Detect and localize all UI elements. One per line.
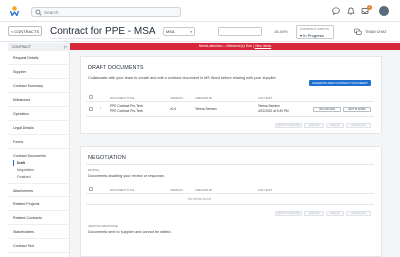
attention-banner: Needs attention – Milestone(s) Due | Vie… [70, 43, 400, 50]
column-header-last-edit[interactable]: LAST EDIT [258, 96, 272, 100]
sidebar-item-contract-summary[interactable]: Contract Summary [8, 79, 70, 93]
sidebar-item-operation[interactable]: Operation [8, 107, 70, 121]
sidebar-subitem-draft[interactable]: Draft [8, 161, 70, 165]
view-items-link[interactable]: View Items [255, 44, 272, 48]
delete-button[interactable]: DELETE [326, 123, 344, 128]
column-header-created-by[interactable]: CREATED BY [195, 96, 213, 100]
sidebar-item-related-projects[interactable]: Related Projects [8, 197, 70, 211]
send-to-supplier-button[interactable]: SEND TO SUPPLIER [275, 211, 302, 216]
download-button[interactable]: DOWNLOAD [346, 123, 371, 128]
column-header-created-by[interactable]: CREATED BY [195, 188, 213, 192]
column-header-document-title[interactable]: DOCUMENT TITLE [110, 188, 134, 192]
chevron-down-icon: ▾ [190, 30, 192, 34]
row-divider [86, 116, 374, 117]
collapse-sidebar-icon[interactable]: |< [64, 44, 67, 49]
sidebar-item-milestones[interactable]: Milestones [8, 93, 70, 107]
bell-icon[interactable] [347, 7, 355, 15]
awaiting-response-description: Documents sent to supplier and cannot be… [88, 230, 172, 234]
column-header-version[interactable]: VERSION [170, 96, 183, 100]
send-to-supplier-button[interactable]: SEND TO SUPPLIER [275, 123, 302, 128]
sidebar-item-forms[interactable]: Forms [8, 135, 70, 149]
team-chat-link[interactable]: TEAM CHAT [365, 30, 387, 34]
table-header-divider [86, 193, 374, 194]
download-button[interactable]: DOWNLOAD [346, 211, 371, 216]
draft-documents-description: Collaborate with your team to create and… [88, 76, 277, 80]
sidebar-item-stakeholders[interactable]: Stakeholders [8, 225, 70, 239]
sidebar-header-label: CONTRACT [12, 45, 31, 49]
generate-contract-document-button[interactable]: GENERATE NEW CONTRACT DOCUMENT [309, 80, 371, 86]
negotiation-title: NEGOTIATION [88, 155, 126, 161]
edit-in-word-button[interactable]: EDIT IN WORD [343, 107, 371, 112]
progress-percentage: 16.40% [274, 29, 288, 34]
last-edit-user: Teresa Serrano [258, 104, 280, 108]
editing-description: Documents awaiting your review or respon… [88, 174, 165, 178]
document-filename: PPE Contract Pro-Tech [110, 109, 143, 113]
document-created-by: Teresa Serrano [195, 107, 217, 111]
contract-type-select[interactable]: MSA ▾ [163, 27, 195, 36]
sidebar-item-request-details[interactable]: Request Details [8, 51, 70, 65]
negotiation-divider [86, 164, 374, 165]
avatar[interactable] [379, 6, 389, 16]
workday-logo-icon[interactable] [10, 6, 19, 16]
select-all-checkbox[interactable] [89, 95, 93, 99]
status-value-text: In Progress [303, 33, 324, 38]
finalize-button[interactable]: FINALIZE [304, 211, 324, 216]
expand-row-icon[interactable]: › [100, 105, 101, 110]
chat-bubble-icon[interactable] [332, 7, 340, 15]
sidebar-subitem-negotiation[interactable]: Negotiation [8, 168, 70, 172]
table-header-divider [86, 101, 374, 102]
column-header-document-title[interactable]: DOCUMENT TITLE [110, 96, 134, 100]
search-input[interactable]: Search [31, 7, 181, 17]
empty-state-message: No items found [188, 197, 211, 201]
sidebar-subitem-finalized[interactable]: Finalized [8, 175, 70, 179]
app-window: Search 2 < CONTRACTS Contract for PPE - … [0, 0, 400, 257]
status-value: ▾ In Progress [300, 33, 324, 38]
column-header-version[interactable]: VERSION [170, 188, 183, 192]
sidebar-item-contract-text[interactable]: Contract Text [8, 239, 70, 253]
contract-status-select[interactable]: CONTRACT STATUS ▾ In Progress [296, 25, 334, 39]
contract-type-value: MSA [166, 29, 175, 34]
sidebar-header: CONTRACT |< [8, 43, 70, 51]
page-title[interactable]: Contract for PPE - MSA [50, 25, 156, 38]
sidebar-item-legal-details[interactable]: Legal Details [8, 121, 70, 135]
select-all-checkbox[interactable] [89, 187, 93, 191]
notification-badge: 2 [367, 5, 372, 10]
finalize-button[interactable]: FINALIZE [304, 123, 324, 128]
sidebar-item-attachments[interactable]: Attachments [8, 183, 70, 197]
search-placeholder: Search [44, 10, 59, 15]
search-icon [35, 9, 42, 16]
sidebar-item-supplier[interactable]: Supplier [8, 65, 70, 79]
sidebar-item-related-contracts[interactable]: Related Contracts [8, 211, 70, 225]
back-to-contracts-button[interactable]: < CONTRACTS [8, 26, 42, 36]
upload-new-button[interactable]: UPLOAD NEW [313, 107, 341, 112]
draft-documents-title: DRAFT DOCUMENTS [88, 65, 144, 71]
banner-message: Needs attention – Milestone(s) Due [198, 44, 252, 48]
row-checkbox[interactable] [89, 107, 93, 111]
last-edit-timestamp: 4/21/2022 at 3:49 PM [258, 109, 289, 113]
sidebar: CONTRACT |< Request Details Supplier Con… [8, 43, 70, 257]
awaiting-response-label: AWAITING RESPONSE [88, 224, 118, 228]
editing-section-label: EDITING [88, 168, 100, 172]
negotiation-card [80, 146, 382, 257]
team-chat-icon[interactable] [354, 28, 362, 36]
document-title[interactable]: PPE Contract Pro-Tech [110, 104, 143, 108]
top-bar: Search 2 [0, 0, 400, 22]
document-version: v0.4 [170, 107, 177, 111]
delete-button[interactable]: DELETE [326, 211, 344, 216]
row-divider [86, 204, 374, 205]
column-header-last-edit[interactable]: LAST EDIT [258, 188, 272, 192]
title-underline [50, 38, 160, 39]
banner-text: Needs attention – Milestone(s) Due | Vie… [198, 44, 272, 48]
secondary-select[interactable] [218, 27, 262, 36]
status-label: CONTRACT STATUS [300, 27, 329, 31]
